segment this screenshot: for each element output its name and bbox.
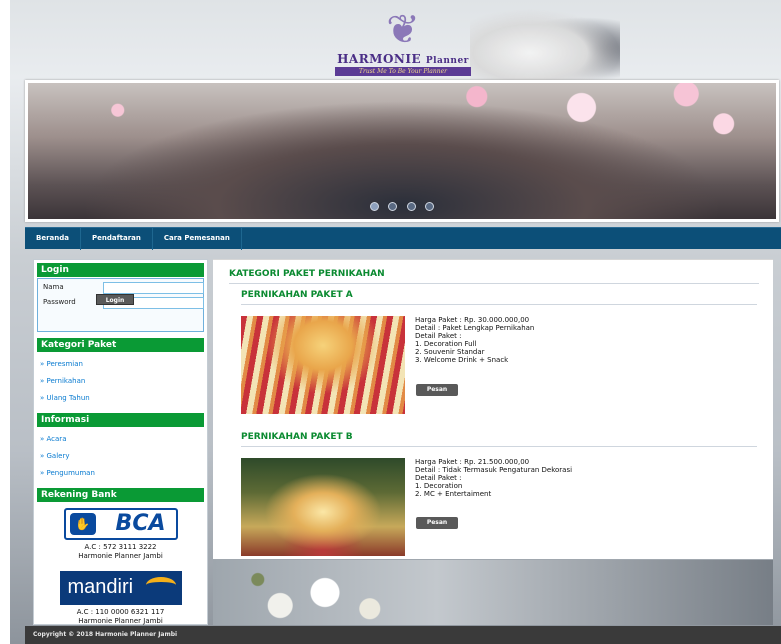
informasi-list: » Acara » Galery » Pengumuman bbox=[40, 431, 201, 482]
package-card-b: PERNIKAHAN PAKET B Harga Paket : Rp. 21.… bbox=[213, 432, 773, 556]
main-nav: Beranda Pendaftaran Cara Pemesanan bbox=[25, 227, 781, 250]
package-title: PERNIKAHAN PAKET A bbox=[241, 290, 757, 305]
package-title: PERNIKAHAN PAKET B bbox=[241, 432, 757, 447]
mandiri-logo-text: mandiri bbox=[67, 576, 134, 598]
bca-account-number: A.C : 572 3111 3222 bbox=[84, 543, 157, 551]
nav-item-pendaftaran[interactable]: Pendaftaran bbox=[81, 228, 153, 250]
mandiri-account: mandiri A.C : 110 0000 6321 117 Harmonie… bbox=[34, 571, 207, 626]
nama-input[interactable] bbox=[103, 282, 204, 294]
slider-dot[interactable] bbox=[388, 202, 398, 211]
package-price: Harga Paket : Rp. 30.000.000,00 bbox=[415, 316, 530, 324]
hero-slide-image bbox=[28, 83, 776, 219]
package-image bbox=[241, 458, 405, 556]
package-detail: Detail : Paket Lengkap Pernikahan bbox=[415, 324, 535, 332]
package-details: Harga Paket : Rp. 21.500.000,00 Detail :… bbox=[415, 458, 572, 498]
pesan-button[interactable]: Pesan bbox=[416, 384, 458, 396]
sidebar: Login Nama Password Login Kategori Paket… bbox=[33, 259, 208, 625]
hero-slider bbox=[25, 80, 779, 222]
kategori-link-pernikahan[interactable]: » Pernikahan bbox=[40, 373, 201, 390]
footer-copyright: Copyright © 2018 Harmonie Planner Jambi bbox=[25, 626, 781, 644]
angel-wings-icon: ❦ bbox=[386, 7, 420, 53]
nama-label: Nama bbox=[43, 283, 64, 291]
slider-pagination bbox=[28, 196, 776, 215]
package-item: 1. Decoration Full bbox=[415, 340, 477, 348]
package-detail: Detail : Tidak Termasuk Pengaturan Dekor… bbox=[415, 466, 573, 474]
mandiri-wave-icon bbox=[145, 577, 176, 593]
logo-title: HARMONIE Planner bbox=[320, 52, 486, 66]
login-button[interactable]: Login bbox=[96, 294, 134, 305]
kategori-heading: Kategori Paket bbox=[37, 338, 204, 352]
password-label: Password bbox=[43, 298, 76, 306]
package-price: Harga Paket : Rp. 21.500.000,00 bbox=[415, 458, 530, 466]
informasi-heading: Informasi bbox=[37, 413, 204, 427]
pesan-button[interactable]: Pesan bbox=[416, 517, 458, 529]
flowers-decoration bbox=[213, 560, 773, 625]
mandiri-logo: mandiri bbox=[59, 571, 182, 605]
package-details: Harga Paket : Rp. 30.000.000,00 Detail :… bbox=[415, 316, 534, 364]
kategori-link-peresmian[interactable]: » Peresmian bbox=[40, 356, 201, 373]
logo-tagline: Trust Me To Be Your Planner bbox=[335, 67, 471, 76]
kategori-link-ulang-tahun[interactable]: » Ulang Tahun bbox=[40, 390, 201, 407]
bca-account: ✋ BCA A.C : 572 3111 3222 Harmonie Plann… bbox=[34, 508, 207, 561]
informasi-link-galery[interactable]: » Galery bbox=[40, 448, 201, 465]
slider-dot[interactable] bbox=[406, 202, 416, 211]
bca-mark-icon: ✋ bbox=[69, 513, 96, 535]
logo-title-main: HARMONIE bbox=[337, 52, 422, 66]
main-content: KATEGORI PAKET PERNIKAHAN PERNIKAHAN PAK… bbox=[213, 259, 773, 559]
package-card-a: PERNIKAHAN PAKET A Harga Paket : Rp. 30.… bbox=[213, 290, 773, 414]
package-detail-heading: Detail Paket : bbox=[415, 474, 462, 482]
mandiri-account-owner: Harmonie Planner Jambi bbox=[78, 617, 163, 625]
slider-dot[interactable] bbox=[424, 202, 434, 211]
package-image bbox=[241, 316, 405, 414]
nav-item-beranda[interactable]: Beranda bbox=[25, 228, 81, 250]
slider-dot[interactable] bbox=[370, 202, 380, 211]
kategori-list: » Peresmian » Pernikahan » Ulang Tahun bbox=[40, 356, 201, 407]
login-form: Nama Password Login bbox=[37, 278, 204, 332]
mandiri-account-number: A.C : 110 0000 6321 117 bbox=[76, 608, 165, 616]
package-item: 1. Decoration bbox=[415, 482, 463, 490]
informasi-link-acara[interactable]: » Acara bbox=[40, 431, 201, 448]
login-heading: Login bbox=[37, 263, 204, 277]
bca-logo-text: BCA bbox=[115, 511, 166, 536]
package-item: 2. MC + Entertaiment bbox=[415, 490, 492, 498]
package-item: 3. Welcome Drink + Snack bbox=[415, 356, 509, 364]
bca-account-owner: Harmonie Planner Jambi bbox=[78, 552, 163, 560]
page-title: KATEGORI PAKET PERNIKAHAN bbox=[229, 269, 759, 284]
package-detail-heading: Detail Paket : bbox=[415, 332, 462, 340]
nav-item-cara-pemesanan[interactable]: Cara Pemesanan bbox=[153, 228, 242, 250]
logo-title-small: Planner bbox=[425, 56, 469, 66]
background-couple-image bbox=[470, 8, 620, 83]
site-logo[interactable]: ❦ HARMONIE Planner Trust Me To Be Your P… bbox=[320, 8, 486, 80]
bca-logo: ✋ BCA bbox=[63, 508, 178, 540]
package-item: 2. Souvenir Standar bbox=[415, 348, 485, 356]
informasi-link-pengumuman[interactable]: » Pengumuman bbox=[40, 465, 201, 482]
rekening-heading: Rekening Bank bbox=[37, 488, 204, 502]
